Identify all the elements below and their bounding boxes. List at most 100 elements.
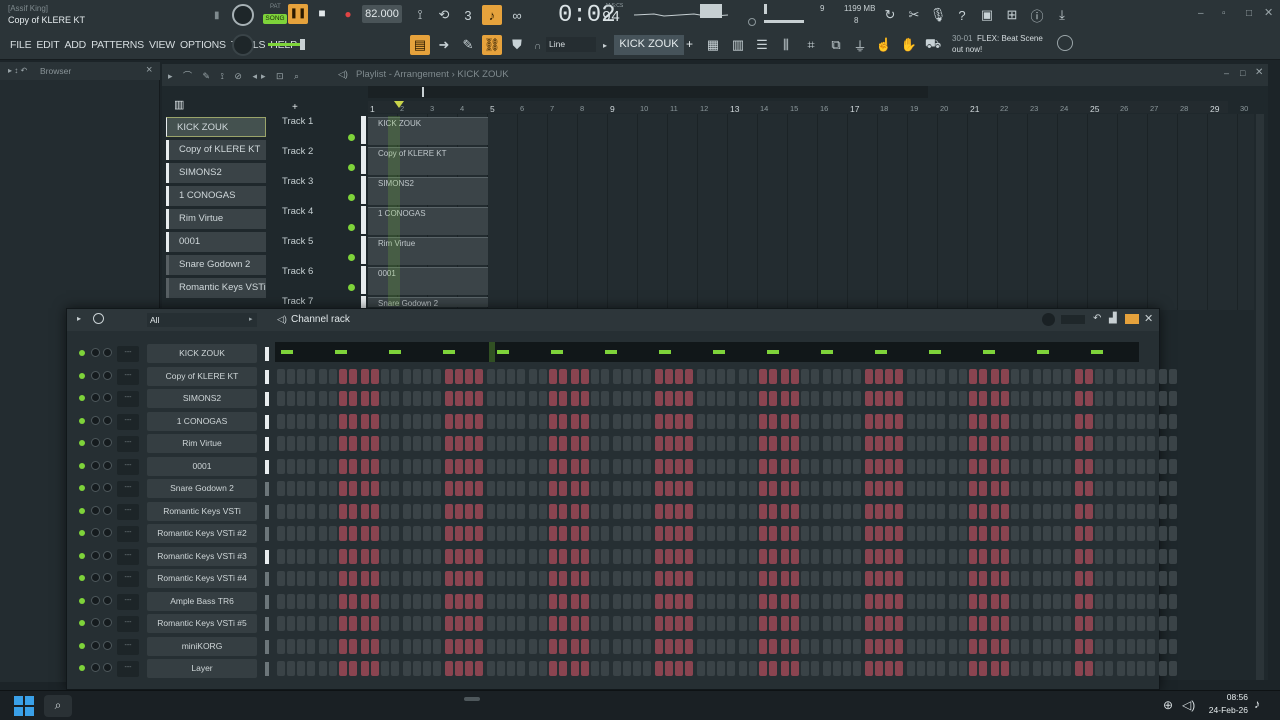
- step-button[interactable]: [853, 413, 861, 429]
- step-button[interactable]: [297, 413, 305, 429]
- step-button[interactable]: [1033, 391, 1041, 406]
- step-button[interactable]: [843, 526, 851, 541]
- step-button[interactable]: [529, 548, 537, 564]
- step-button[interactable]: [433, 458, 441, 474]
- step-button[interactable]: [403, 593, 411, 609]
- step-button[interactable]: [675, 616, 683, 631]
- step-button[interactable]: [465, 593, 473, 609]
- rack-undo-icon[interactable]: ↶: [1093, 313, 1101, 324]
- mixer-track-number[interactable]: ---: [117, 503, 139, 520]
- step-button[interactable]: [969, 616, 977, 631]
- step-button[interactable]: [917, 503, 925, 519]
- step-button[interactable]: [823, 661, 831, 676]
- step-button[interactable]: [613, 391, 621, 406]
- rack-graph-icon[interactable]: ▟: [1109, 313, 1117, 324]
- step-button[interactable]: [277, 503, 285, 519]
- step-button[interactable]: [581, 526, 589, 541]
- step-button[interactable]: [949, 548, 957, 564]
- step-button[interactable]: [927, 638, 935, 654]
- step-button[interactable]: [853, 571, 861, 586]
- step-button[interactable]: [549, 526, 557, 541]
- step-button[interactable]: [811, 458, 819, 474]
- step-button[interactable]: [559, 548, 567, 564]
- step-button[interactable]: [833, 638, 841, 654]
- step-button[interactable]: [633, 616, 641, 631]
- step-button[interactable]: [685, 391, 693, 406]
- step-button[interactable]: [455, 548, 463, 564]
- step-button[interactable]: [843, 458, 851, 474]
- step-button[interactable]: [1117, 526, 1125, 541]
- track-selector[interactable]: [361, 236, 366, 264]
- step-button[interactable]: [685, 593, 693, 609]
- step-button[interactable]: [297, 638, 305, 654]
- step-button[interactable]: [497, 458, 505, 474]
- cut-icon[interactable]: ✂: [904, 5, 924, 25]
- channel-select-bar[interactable]: [265, 549, 269, 564]
- step-button[interactable]: [413, 481, 421, 496]
- step-button[interactable]: [307, 481, 315, 496]
- rack-dropdown[interactable]: [1061, 315, 1085, 324]
- step-button[interactable]: [465, 526, 473, 541]
- step-button[interactable]: [475, 481, 483, 496]
- step-button[interactable]: [539, 548, 547, 564]
- stamp-icon[interactable]: ⛊: [507, 35, 527, 55]
- step-button[interactable]: [895, 391, 903, 406]
- channel-select-bar[interactable]: [265, 504, 269, 519]
- step-button[interactable]: [769, 391, 777, 406]
- step-button[interactable]: [865, 436, 873, 451]
- step-button[interactable]: [497, 526, 505, 541]
- step-button[interactable]: [633, 368, 641, 384]
- step-button[interactable]: [465, 638, 473, 654]
- channel-filter-select[interactable]: All: [147, 313, 257, 327]
- step-button[interactable]: [717, 638, 725, 654]
- step-button[interactable]: [759, 458, 767, 474]
- track-name[interactable]: Track 3: [282, 176, 342, 187]
- step-button[interactable]: [769, 413, 777, 429]
- step-button[interactable]: [433, 571, 441, 586]
- step-button[interactable]: [297, 436, 305, 451]
- step-button[interactable]: [1053, 436, 1061, 451]
- step-button[interactable]: [623, 413, 631, 429]
- step-button[interactable]: [539, 481, 547, 496]
- step-button[interactable]: [907, 638, 915, 654]
- step-button[interactable]: [707, 593, 715, 609]
- clock-date[interactable]: 24-Feb-26: [1200, 705, 1248, 715]
- step-button[interactable]: [307, 593, 315, 609]
- step-button[interactable]: [717, 503, 725, 519]
- step-button[interactable]: [633, 526, 641, 541]
- step-button[interactable]: [791, 391, 799, 406]
- step-button[interactable]: [591, 503, 599, 519]
- step-button[interactable]: [685, 458, 693, 474]
- step-button[interactable]: [1075, 638, 1083, 654]
- step-button[interactable]: [559, 616, 567, 631]
- step-button[interactable]: [391, 571, 399, 586]
- step-button[interactable]: [979, 638, 987, 654]
- channel-led[interactable]: [79, 642, 85, 649]
- step-button[interactable]: [759, 571, 767, 586]
- step-button[interactable]: [465, 661, 473, 676]
- note-block[interactable]: [335, 350, 347, 354]
- step-button[interactable]: [613, 526, 621, 541]
- channel-knob[interactable]: [103, 618, 112, 627]
- step-button[interactable]: [727, 458, 735, 474]
- step-button[interactable]: [623, 616, 631, 631]
- step-button[interactable]: [559, 481, 567, 496]
- step-button[interactable]: [591, 458, 599, 474]
- step-button[interactable]: [475, 391, 483, 406]
- step-button[interactable]: [391, 548, 399, 564]
- step-button[interactable]: [487, 661, 495, 676]
- step-button[interactable]: [875, 436, 883, 451]
- step-button[interactable]: [801, 638, 809, 654]
- step-button[interactable]: [1001, 593, 1009, 609]
- step-button[interactable]: [853, 436, 861, 451]
- step-button[interactable]: [991, 661, 999, 676]
- step-button[interactable]: [507, 368, 515, 384]
- channel-led[interactable]: [79, 485, 85, 491]
- step-button[interactable]: [1105, 593, 1113, 609]
- step-button[interactable]: [665, 638, 673, 654]
- step-button[interactable]: [1001, 661, 1009, 676]
- step-button[interactable]: [1095, 413, 1103, 429]
- step-button[interactable]: [1021, 481, 1029, 496]
- browser-arrow-icon[interactable]: ▸ ↕ ↶: [8, 66, 27, 75]
- step-button[interactable]: [423, 548, 431, 564]
